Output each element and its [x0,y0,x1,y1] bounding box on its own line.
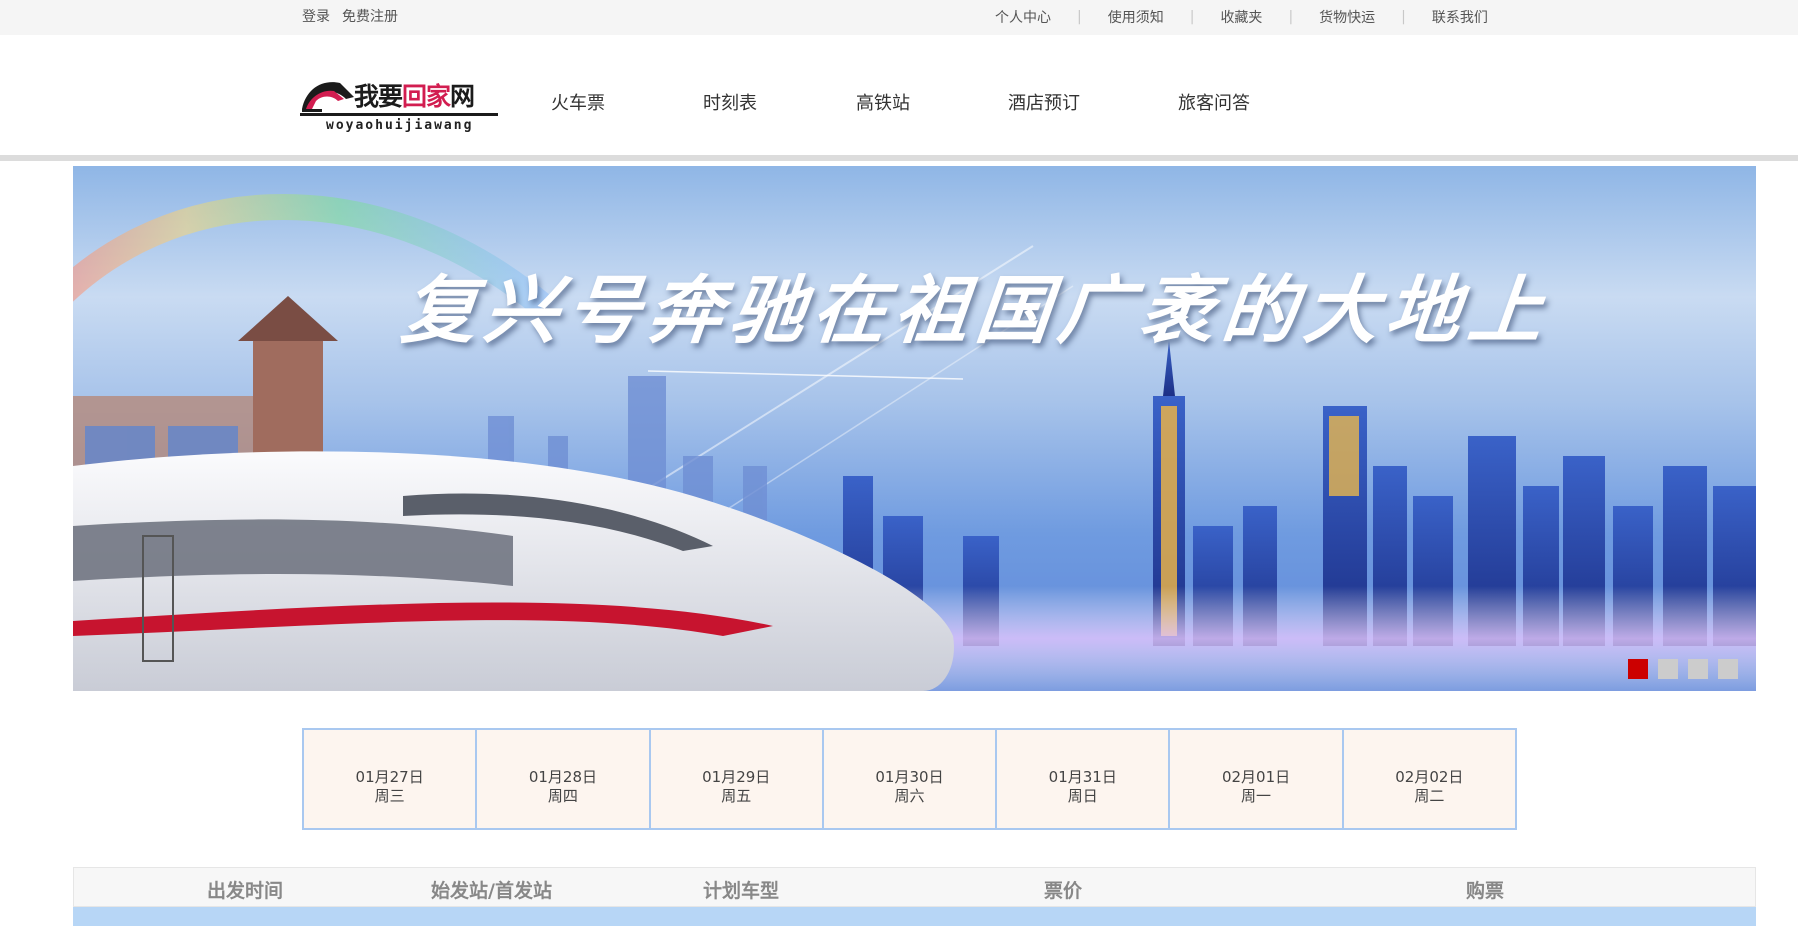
weekday-label: 周日 [1067,787,1098,805]
weekday-label: 周四 [547,787,578,805]
date-tab[interactable]: 01月30日 周六 [823,730,998,828]
column-header-train-type: 计划车型 [703,880,780,902]
hero-banner[interactable]: 复兴号奔驰在祖国广袤的大地上 [73,166,1756,691]
schedule-table-header: 出发时间 始发站/首发站 计划车型 票价 购票 [73,867,1756,907]
top-bar: 登录 免费注册 个人中心 | 使用须知 | 收藏夹 | 货物快运 | 联系我们 [0,0,1798,35]
date-tab[interactable]: 01月28日 周四 [477,730,651,828]
divider: | [1288,9,1294,25]
date-label: 01月30日 [875,768,944,786]
date-selector: 01月27日 周三 01月28日 周四 01月29日 周五 01月30日 周六 … [302,728,1517,830]
date-label: 01月29日 [702,768,771,786]
banner-illustration [73,194,1756,691]
site-logo[interactable]: 我要回家网 woyaohuijiawang [300,75,500,135]
date-label: 01月27日 [355,768,424,786]
column-header-price: 票价 [1044,880,1083,902]
date-label: 02月01日 [1221,768,1291,786]
nav-train-tickets[interactable]: 火车票 [551,89,605,115]
date-tab[interactable]: 01月31日 周日 [997,730,1171,828]
carousel-dot[interactable] [1718,659,1738,679]
weekday-label: 周六 [894,787,925,805]
logo-text-highlight: 回家 [402,82,451,111]
train-logo-icon [302,82,354,112]
nav-hotel-booking[interactable]: 酒店预订 [1008,89,1080,115]
nav-passenger-qa[interactable]: 旅客问答 [1178,89,1250,115]
date-label: 01月31日 [1048,768,1117,786]
column-header-origin-station: 始发站/首发站 [431,880,552,902]
logo-text: 我要回家网 [354,77,475,113]
date-label: 01月28日 [528,768,598,786]
register-link[interactable]: 免费注册 [342,6,398,26]
favorites-link[interactable]: 收藏夹 [1220,7,1262,27]
date-tab[interactable]: 02月02日 周二 [1343,730,1515,828]
divider: | [1401,9,1406,25]
logo-underline [300,113,498,116]
weekday-label: 周一 [1241,787,1272,805]
divider: | [1189,9,1195,25]
nav-timetable[interactable]: 时刻表 [703,89,757,115]
user-center-link[interactable]: 个人中心 [995,7,1051,27]
date-label: 02月02日 [1395,768,1464,786]
logo-pinyin: woyaohuijiawang [326,118,474,133]
date-tab[interactable]: 02月01日 周一 [1170,730,1344,828]
column-header-departure-time: 出发时间 [207,880,284,902]
table-row [73,907,1756,926]
date-tab[interactable]: 01月29日 周五 [650,730,824,828]
divider: | [1077,9,1082,25]
utility-links: 个人中心 | 使用须知 | 收藏夹 | 货物快运 | 联系我们 [995,7,1488,27]
auth-links: 登录 免费注册 [302,6,398,26]
carousel-indicators [1628,659,1738,679]
carousel-dot[interactable] [1628,659,1648,679]
freight-link[interactable]: 货物快运 [1319,7,1375,27]
login-link[interactable]: 登录 [302,6,330,26]
nav-high-speed-stations[interactable]: 高铁站 [856,89,910,115]
carousel-dot[interactable] [1688,659,1708,679]
weekday-label: 周五 [721,787,752,805]
contact-us-link[interactable]: 联系我们 [1432,7,1488,27]
logo-text-part: 我要 [354,82,403,111]
banner-slogan: 复兴号奔驰在祖国广袤的大地上 [397,268,1555,354]
site-header: 我要回家网 woyaohuijiawang 火车票 时刻表 高铁站 酒店预订 旅… [0,35,1798,161]
weekday-label: 周三 [374,787,405,805]
weekday-label: 周二 [1414,787,1445,805]
usage-notice-link[interactable]: 使用须知 [1108,7,1164,27]
carousel-dot[interactable] [1658,659,1678,679]
logo-text-part: 网 [450,82,475,111]
date-tab[interactable]: 01月27日 周三 [304,730,478,828]
column-header-purchase: 购票 [1466,880,1505,902]
